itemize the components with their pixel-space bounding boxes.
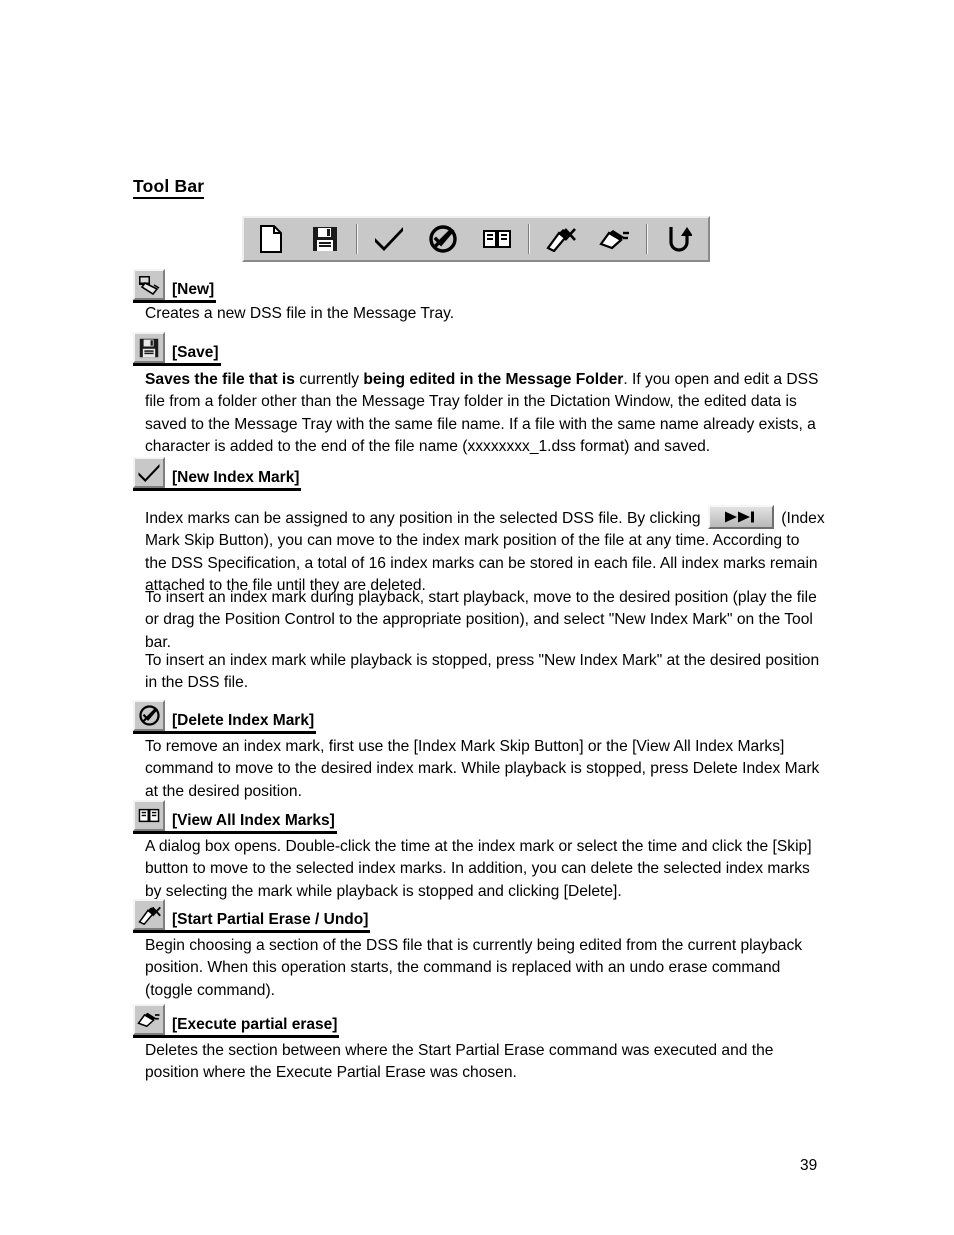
command-entry-start-partial-erase: [Start Partial Erase / Undo] bbox=[133, 896, 371, 933]
command-body-new-index-mark-para2: To insert an index mark during playback,… bbox=[145, 589, 817, 651]
new-index-mark-body-part1: Index marks can be assigned to any posit… bbox=[145, 510, 701, 527]
toolbar-start-partial-erase-icon bbox=[534, 218, 588, 260]
command-header-delete-index-mark: [Delete Index Mark] bbox=[133, 697, 317, 734]
command-header-new-index-mark: [New Index Mark] bbox=[133, 454, 302, 491]
command-body-new-index-mark-para3: To insert an index mark while playback i… bbox=[145, 652, 820, 692]
toolbar-separator bbox=[646, 224, 648, 254]
command-entry-new-index-mark: [New Index Mark] bbox=[133, 454, 302, 491]
command-body-delete-index-mark: To remove an index mark, first use the [… bbox=[145, 738, 820, 800]
command-entry-view-all-index-marks: [View All Index Marks] bbox=[133, 797, 337, 834]
command-body-new-index-mark: Index marks can be assigned to any posit… bbox=[145, 505, 825, 598]
command-body-execute-partial-erase: Deletes the section between where the St… bbox=[145, 1042, 774, 1082]
new-dss-file-icon[interactable] bbox=[133, 269, 165, 300]
page-number: 39 bbox=[800, 1157, 818, 1174]
command-label-new-index-mark: [New Index Mark] bbox=[172, 468, 300, 486]
save-body-plain-1: currently bbox=[294, 371, 364, 388]
command-label-view-all-index-marks: [View All Index Marks] bbox=[172, 811, 335, 829]
toolbar-delete-index-mark-icon bbox=[416, 218, 470, 260]
index-mark-skip-button[interactable] bbox=[707, 505, 774, 529]
save-body-bold-2: being edited in the Message Folder bbox=[363, 371, 624, 388]
command-header-save: [Save] bbox=[133, 329, 221, 366]
toolbar-new-file-icon bbox=[244, 218, 298, 260]
save-body-bold-1: Saves the file that is bbox=[145, 371, 295, 388]
toolbar-save-floppy-icon bbox=[298, 218, 352, 260]
command-header-execute-partial-erase: [Execute partial erase] bbox=[133, 1001, 340, 1038]
save-floppy-icon[interactable] bbox=[133, 332, 165, 363]
document-page: Tool Bar [New] Creates a new DSS file in… bbox=[0, 0, 954, 1235]
scissors-erase-icon[interactable] bbox=[133, 899, 165, 930]
command-header-start-partial-erase: [Start Partial Erase / Undo] bbox=[133, 896, 371, 933]
circle-slash-check-icon[interactable] bbox=[133, 700, 165, 731]
toolbar-image bbox=[242, 216, 710, 262]
erase-execute-icon[interactable] bbox=[133, 1004, 165, 1035]
toolbar-open-book-icon bbox=[470, 218, 524, 260]
page-title: Tool Bar bbox=[133, 176, 205, 200]
toolbar-execute-partial-erase-icon bbox=[588, 218, 642, 260]
command-body-start-partial-erase: Begin choosing a section of the DSS file… bbox=[145, 937, 803, 999]
command-body-view-all-index-marks: A dialog box opens. Double-click the tim… bbox=[145, 838, 812, 900]
toolbar-separator bbox=[356, 224, 358, 254]
toolbar-check-mark-icon bbox=[362, 218, 416, 260]
toolbar-undo-u-turn-icon bbox=[652, 218, 706, 260]
toolbar-separator bbox=[528, 224, 530, 254]
command-header-new: [New] bbox=[133, 266, 217, 303]
command-label-execute-partial-erase: [Execute partial erase] bbox=[172, 1015, 338, 1033]
command-entry-save: [Save] bbox=[133, 329, 221, 366]
open-book-icon[interactable] bbox=[133, 800, 165, 831]
check-mark-icon[interactable] bbox=[133, 457, 165, 488]
command-header-view-all-index-marks: [View All Index Marks] bbox=[133, 797, 337, 834]
command-body-save: Saves the file that is currently being e… bbox=[145, 369, 825, 459]
command-label-save: [Save] bbox=[172, 343, 219, 361]
command-body-new: Creates a new DSS file in the Message Tr… bbox=[145, 305, 455, 322]
command-entry-new: [New] bbox=[133, 266, 217, 303]
command-label-start-partial-erase: [Start Partial Erase / Undo] bbox=[172, 910, 369, 928]
command-entry-execute-partial-erase: [Execute partial erase] bbox=[133, 1001, 340, 1038]
command-label-new: [New] bbox=[172, 280, 215, 298]
command-entry-delete-index-mark: [Delete Index Mark] bbox=[133, 697, 317, 734]
command-label-delete-index-mark: [Delete Index Mark] bbox=[172, 711, 315, 729]
